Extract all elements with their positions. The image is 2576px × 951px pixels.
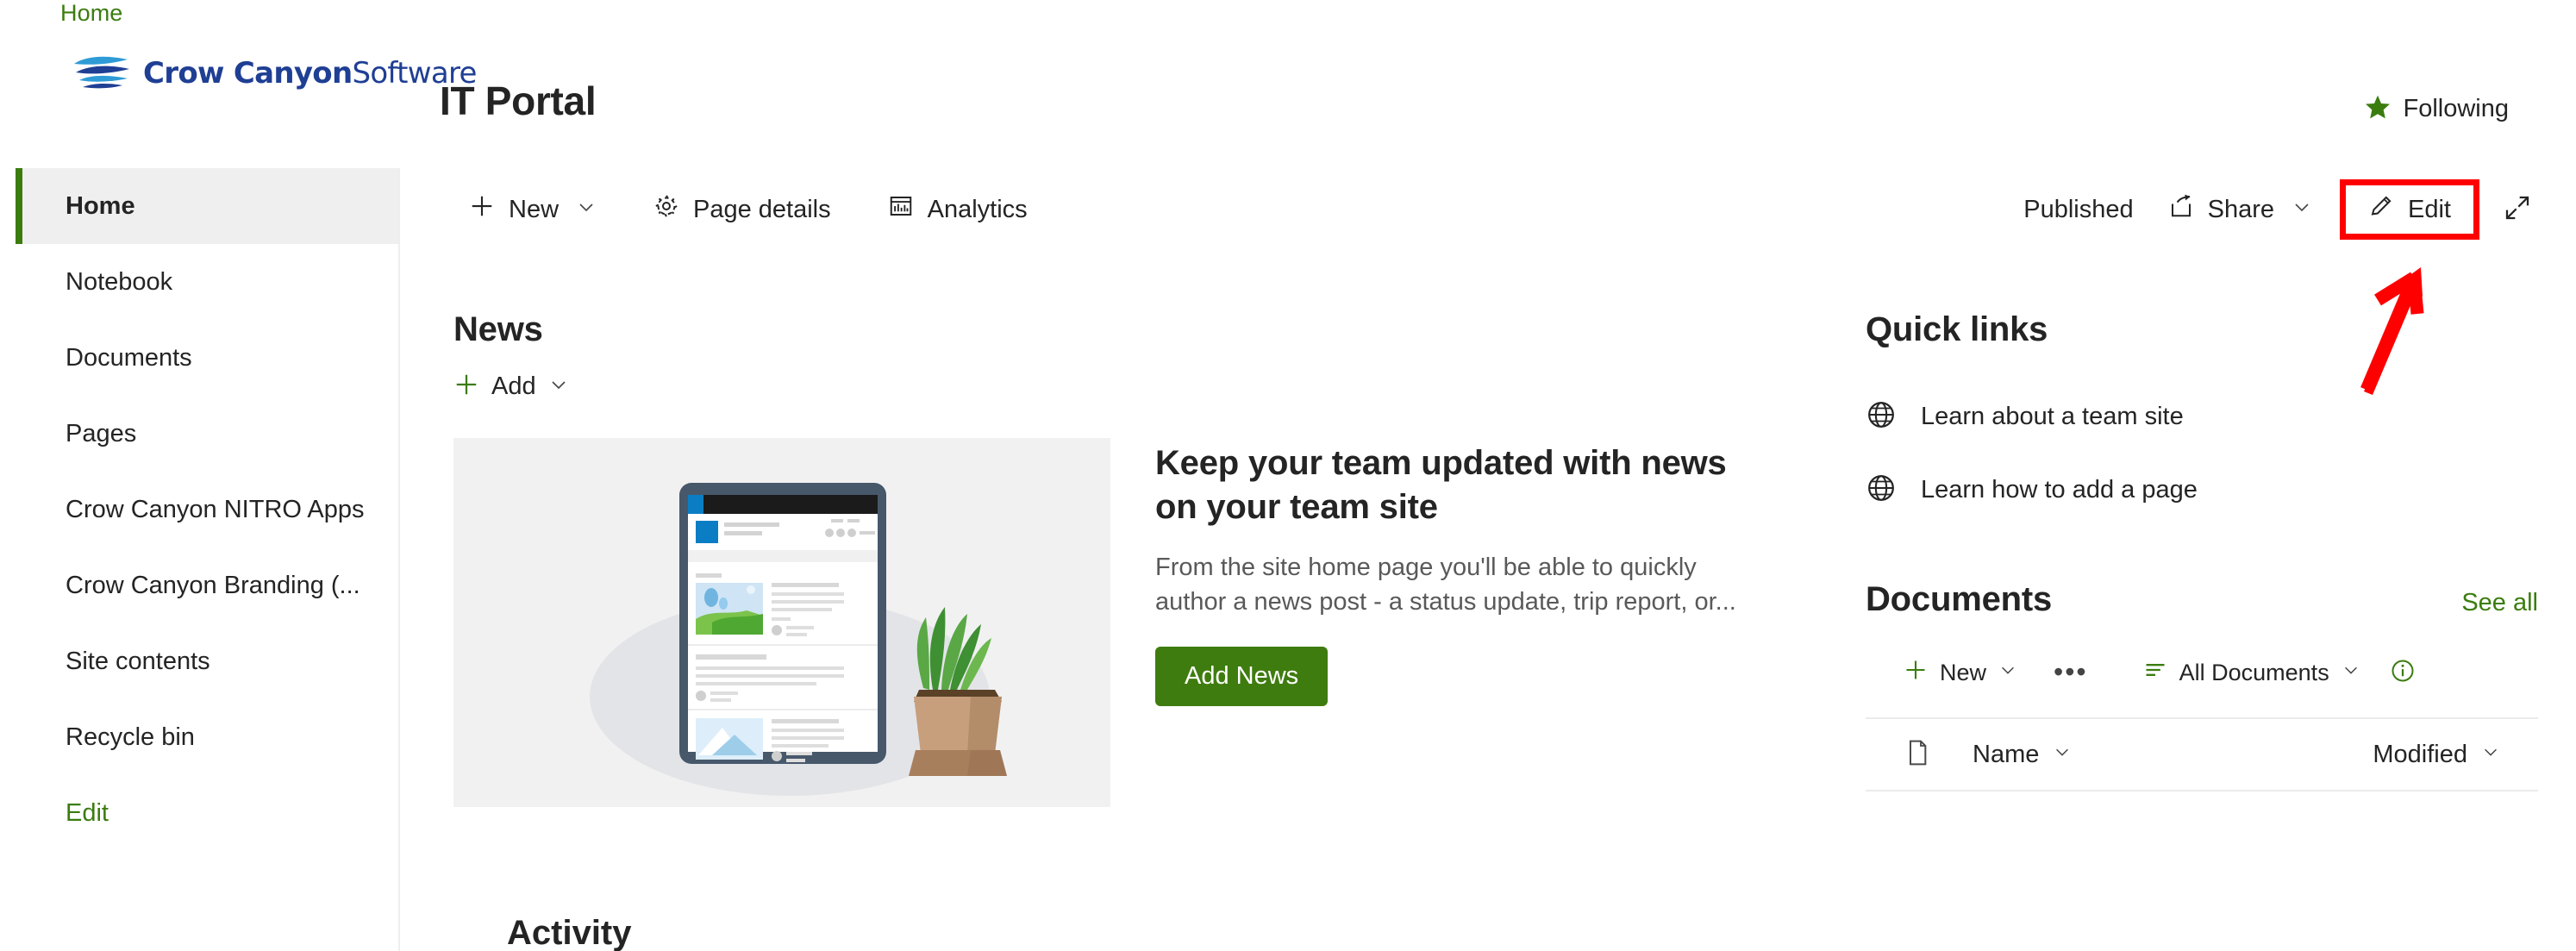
page-details-label: Page details <box>693 195 831 223</box>
chevron-down-icon <box>548 374 569 400</box>
sidebar-item-site-contents[interactable]: Site contents <box>16 623 398 699</box>
page-canvas: News Add Keep your team updated with new… <box>400 259 2576 951</box>
globe-icon <box>1866 472 1897 508</box>
brand-name-bold: Crow Canyon <box>143 56 353 91</box>
chevron-down-icon <box>2053 742 2072 766</box>
share-button[interactable]: Share <box>2153 183 2328 236</box>
news-webpart: News Add Keep your team updated with new… <box>453 310 1764 951</box>
document-icon <box>1904 739 1931 771</box>
plus-icon <box>469 193 495 226</box>
documents-column-headers: Name Modified <box>1866 719 2538 791</box>
documents-toolbar: New ••• All Documents <box>1866 648 2538 697</box>
chevron-down-icon <box>2292 197 2312 222</box>
chevron-down-icon <box>1998 660 2017 685</box>
new-button-label: New <box>509 195 560 223</box>
news-article-title[interactable]: Keep your team updated with news on your… <box>1155 441 1759 529</box>
globe-icon <box>1866 399 1897 435</box>
gear-icon <box>653 193 679 226</box>
sidebar-item-label: Documents <box>66 343 192 372</box>
documents-table: Name Modified <box>1866 717 2538 791</box>
news-article-body: Keep your team updated with news on your… <box>1155 438 1759 807</box>
sidebar-item-home[interactable]: Home <box>16 168 398 244</box>
command-bar-right-group: Published Share Edit <box>2004 171 2543 248</box>
edit-button[interactable]: Edit <box>2340 179 2479 240</box>
news-add-label: Add <box>491 372 536 400</box>
column-header-modified-label: Modified <box>2373 740 2467 768</box>
sidebar-item-label: Recycle bin <box>66 723 195 751</box>
analytics-button[interactable]: Analytics <box>872 183 1043 236</box>
filter-list-icon <box>2143 658 2167 688</box>
sidebar-edit-link[interactable]: Edit <box>16 775 398 851</box>
following-label: Following <box>2403 95 2510 122</box>
breadcrumb-home[interactable]: Home <box>60 0 122 27</box>
sidebar-item-notebook[interactable]: Notebook <box>16 244 398 320</box>
documents-new-button[interactable]: New <box>1904 658 2017 688</box>
sidebar-item-label: Crow Canyon Branding (... <box>66 571 360 599</box>
plus-icon <box>1904 658 1928 688</box>
pencil-icon <box>2368 193 2394 226</box>
documents-heading: Documents <box>1866 580 2053 618</box>
news-add-button[interactable]: Add <box>453 372 1764 402</box>
add-news-button[interactable]: Add News <box>1155 647 1329 707</box>
site-header: Crow CanyonSoftware IT Portal Following <box>0 34 2576 168</box>
column-header-name[interactable]: Name <box>1973 741 2072 769</box>
sidebar-item-crow-canyon-branding[interactable]: Crow Canyon Branding (... <box>16 547 398 623</box>
published-status: Published <box>2023 195 2134 223</box>
chevron-down-icon <box>576 197 597 222</box>
sidebar-navigation: Home Notebook Documents Pages Crow Canyo… <box>16 168 400 951</box>
expand-diagonal-icon <box>2504 194 2531 226</box>
sidebar-item-recycle-bin[interactable]: Recycle bin <box>16 699 398 775</box>
brand-name: Crow CanyonSoftware <box>143 56 477 91</box>
tablet-news-illustration[interactable] <box>453 438 1110 807</box>
edit-button-label: Edit <box>2408 195 2451 223</box>
news-article-description: From the site home page you'll be able t… <box>1155 554 1736 616</box>
documents-webpart-header: Documents See all <box>1866 580 2538 619</box>
sidebar-item-label: Notebook <box>66 267 173 296</box>
quick-links-heading: Quick links <box>1866 310 2048 348</box>
sidebar-item-label: Site contents <box>66 647 210 675</box>
sidebar-item-documents[interactable]: Documents <box>16 320 398 396</box>
sidebar-item-label: Crow Canyon NITRO Apps <box>66 495 365 523</box>
sidebar-item-crow-canyon-nitro-apps[interactable]: Crow Canyon NITRO Apps <box>16 472 398 547</box>
wave-swoosh-icon <box>71 53 133 93</box>
command-bar-left-group: New Page details Analytics <box>453 183 1043 236</box>
sidebar-item-pages[interactable]: Pages <box>16 396 398 472</box>
documents-info-button[interactable] <box>2390 658 2416 688</box>
documents-more-options-button[interactable]: ••• <box>2054 658 2088 685</box>
quick-link-label: Learn how to add a page <box>1921 476 2198 504</box>
command-bar: New Page details Analytics Published Sha… <box>400 171 2576 248</box>
sidebar-item-label: Pages <box>66 419 137 447</box>
documents-view-label: All Documents <box>2179 659 2329 685</box>
sharepoint-page: Home Crow CanyonSoftware IT Portal Follo… <box>0 0 2576 951</box>
column-header-modified[interactable]: Modified <box>2373 741 2500 769</box>
news-heading: News <box>453 310 543 348</box>
column-header-name-label: Name <box>1973 740 2040 768</box>
documents-new-label: New <box>1940 659 1987 685</box>
page-title: IT Portal <box>440 78 597 123</box>
star-filled-icon <box>2364 93 2392 125</box>
share-icon <box>2168 193 2194 226</box>
new-button[interactable]: New <box>453 183 612 236</box>
page-details-button[interactable]: Page details <box>638 183 847 236</box>
documents-view-selector[interactable]: All Documents <box>2143 658 2360 688</box>
documents-see-all-link[interactable]: See all <box>2461 589 2538 617</box>
bar-chart-icon <box>888 193 914 226</box>
quick-link-learn-how-to-add-a-page[interactable]: Learn how to add a page <box>1866 472 2538 508</box>
info-circle-icon <box>2390 658 2416 688</box>
expand-button[interactable] <box>2492 194 2543 226</box>
activity-heading: Activity <box>507 914 632 951</box>
news-article-card: Keep your team updated with news on your… <box>453 438 1764 807</box>
quick-link-label: Learn about a team site <box>1921 403 2184 430</box>
chevron-down-icon <box>2481 742 2500 766</box>
chevron-down-icon <box>2342 660 2360 685</box>
right-column: Quick links Learn about a team site Lear… <box>1866 310 2538 791</box>
plus-icon <box>453 372 479 402</box>
following-button[interactable]: Following <box>2364 93 2510 125</box>
sidebar-item-label: Home <box>66 191 135 220</box>
share-label: Share <box>2207 195 2275 223</box>
quick-link-learn-about-team-site[interactable]: Learn about a team site <box>1866 399 2538 435</box>
site-logo[interactable]: Crow CanyonSoftware <box>71 53 477 93</box>
analytics-label: Analytics <box>927 195 1028 223</box>
